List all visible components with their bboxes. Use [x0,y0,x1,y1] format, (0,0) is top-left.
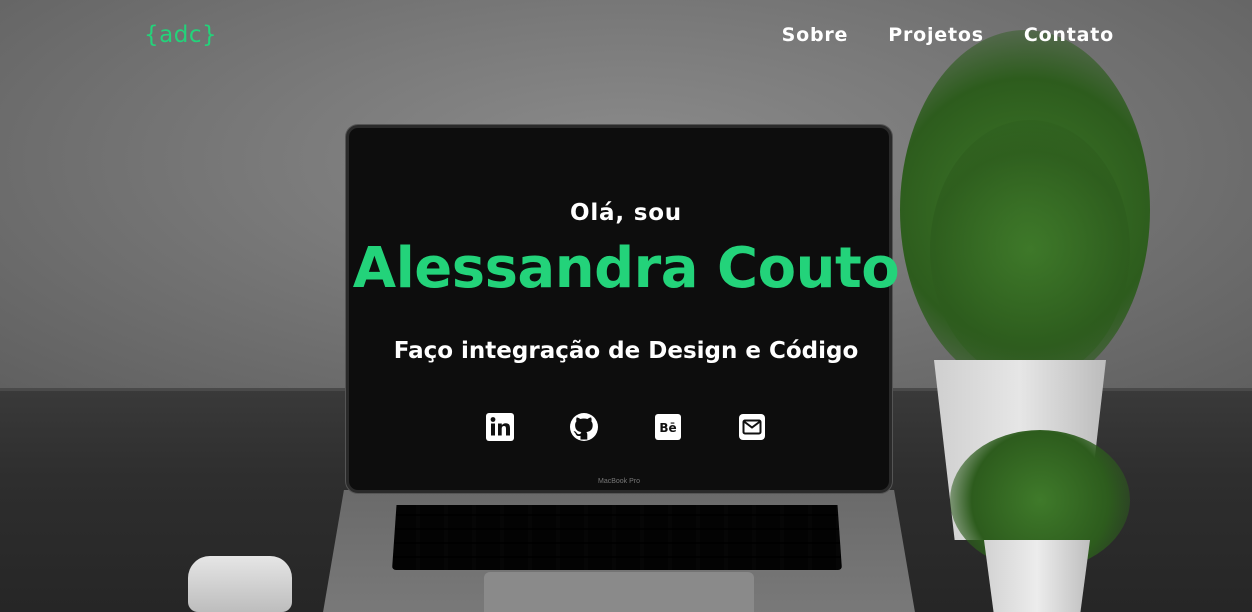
main-nav: Sobre Projetos Contato [782,24,1114,46]
behance-link[interactable]: Bē [653,412,683,442]
email-link[interactable] [737,412,767,442]
behance-icon: Bē [655,414,681,440]
hero-greeting: Olá, sou [570,200,682,226]
nav-item-contato[interactable]: Contato [1024,24,1114,46]
hero-subtitle: Faço integração de Design e Código [393,338,859,364]
svg-text:Bē: Bē [659,421,676,435]
background-photo: MacBook Pro [0,0,1252,612]
nav-item-sobre[interactable]: Sobre [782,24,849,46]
small-plant-pot [984,540,1090,612]
airpods-case [188,556,292,612]
hero-name: Alessandra Couto [352,236,900,301]
github-icon [570,413,598,441]
social-links: Bē [0,412,1252,442]
nav-item-projetos[interactable]: Projetos [888,24,984,46]
laptop-keyboard [392,505,842,570]
logo[interactable]: {adc} [144,22,217,48]
linkedin-link[interactable] [485,412,515,442]
laptop-label: MacBook Pro [597,478,641,485]
github-link[interactable] [569,412,599,442]
email-icon [739,414,765,440]
linkedin-icon [486,413,514,441]
laptop-trackpad [484,572,754,612]
